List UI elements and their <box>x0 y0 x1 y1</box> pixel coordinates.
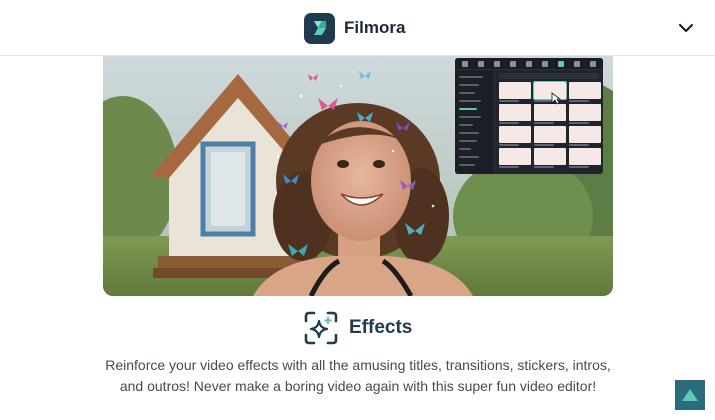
sticker-thumbnail <box>499 126 531 143</box>
sticker-thumbnail <box>569 148 601 165</box>
sticker-thumbnail <box>534 148 566 165</box>
panel-sidebar <box>455 70 495 174</box>
back-to-top-button[interactable] <box>675 380 705 410</box>
feature-description: Reinforce your video effects with all th… <box>105 357 611 394</box>
sticker-thumbnail <box>499 82 531 99</box>
cursor-arrow-icon <box>551 92 561 105</box>
feature-title: Effects <box>303 310 412 346</box>
sticker-thumbnail <box>534 104 566 121</box>
chevron-down-icon <box>679 24 693 32</box>
sticker-thumbnail <box>569 126 601 143</box>
panel-toolbar <box>455 58 603 70</box>
effects-panel-preview <box>455 58 603 174</box>
top-bar: Filmora <box>0 0 715 56</box>
feature-heading: Effects <box>349 317 413 338</box>
sticker-thumbnail <box>534 126 566 143</box>
brand-link[interactable]: Filmora <box>304 12 405 44</box>
sticker-thumbnail <box>569 104 601 121</box>
sticker-thumbnail <box>533 81 567 100</box>
sticker-thumbnail <box>499 104 531 121</box>
arrow-up-icon <box>682 389 698 401</box>
brand-name: Filmora <box>344 18 406 37</box>
filmora-logo-icon <box>304 12 335 44</box>
hero-image <box>103 56 613 296</box>
panel-search-bar <box>499 73 599 79</box>
effects-sparkle-icon <box>304 311 338 345</box>
menu-toggle-button[interactable] <box>672 16 700 40</box>
sticker-thumbnail <box>499 148 531 165</box>
sticker-thumbnail <box>569 82 601 99</box>
